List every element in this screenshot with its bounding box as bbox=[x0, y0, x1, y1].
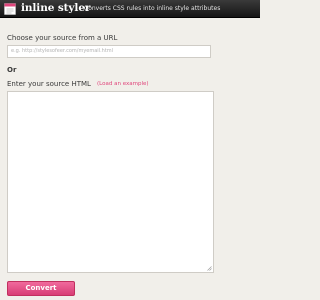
html-label: Enter your source HTML bbox=[7, 80, 91, 88]
source-html-textarea[interactable] bbox=[7, 91, 214, 273]
resize-grip-icon[interactable] bbox=[207, 266, 212, 271]
url-input[interactable]: e.g. http://stylesofeer.com/myemail.html bbox=[7, 45, 211, 58]
url-label: Choose your source from a URL bbox=[7, 34, 118, 42]
brand-name: inline styler bbox=[21, 2, 91, 14]
convert-button[interactable]: Convert bbox=[7, 281, 75, 296]
or-label: Or bbox=[7, 66, 17, 74]
notepad-icon bbox=[4, 3, 16, 15]
header-bar: inline styler Converts CSS rules into in… bbox=[0, 0, 260, 18]
tagline: Converts CSS rules into inline style att… bbox=[84, 5, 221, 12]
load-example-link[interactable]: (Load an example) bbox=[97, 81, 149, 87]
